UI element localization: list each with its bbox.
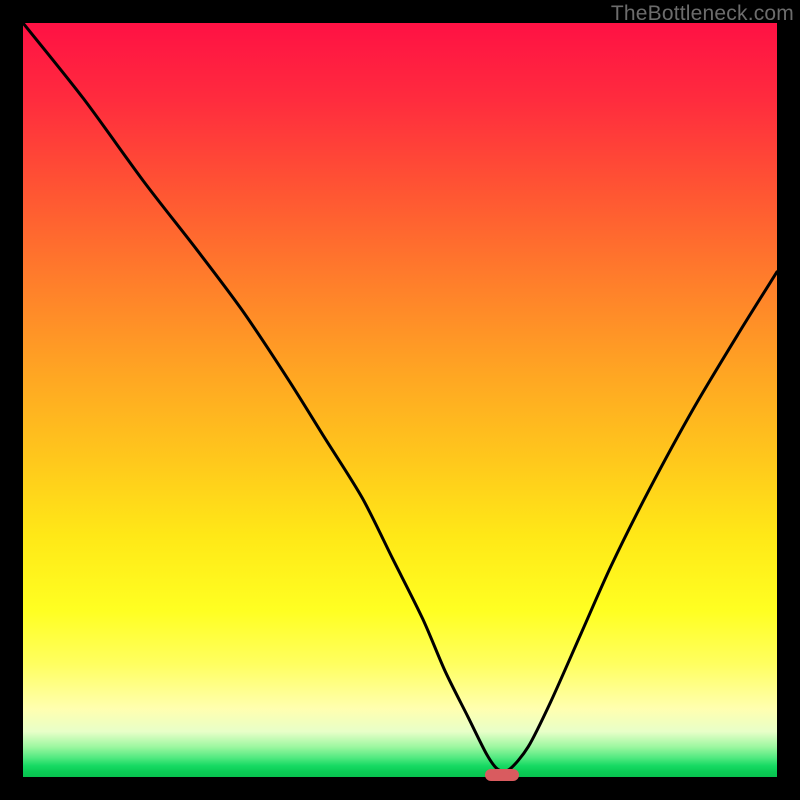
- chart-frame: TheBottleneck.com: [0, 0, 800, 800]
- curve-svg: [23, 23, 777, 777]
- plot-area: [23, 23, 777, 777]
- optimal-range-marker: [485, 769, 519, 781]
- bottleneck-curve-path: [23, 23, 777, 771]
